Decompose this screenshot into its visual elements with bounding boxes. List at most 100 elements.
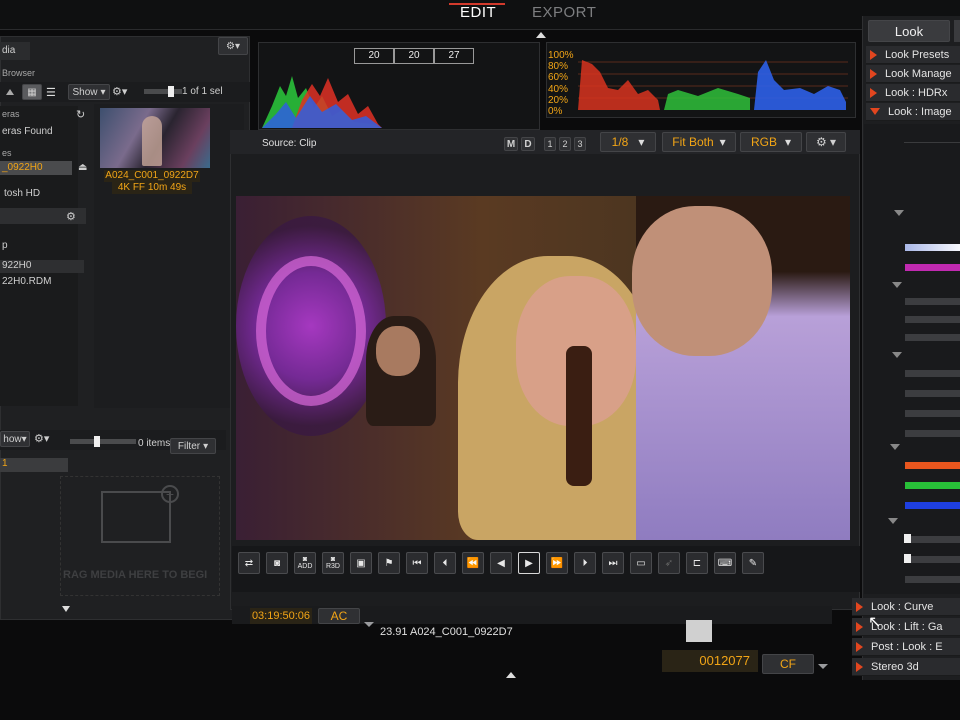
mark-icon[interactable]: ⚑ bbox=[378, 552, 400, 574]
clip-icon[interactable]: ▣ bbox=[350, 552, 372, 574]
look-presets-row[interactable]: Look Presets bbox=[866, 46, 960, 64]
show-dropdown[interactable]: Show ▾ bbox=[68, 84, 110, 100]
section-arrow-icon[interactable] bbox=[894, 210, 904, 216]
snapshot-icon[interactable]: ◙ bbox=[266, 552, 288, 574]
section-arrow-icon[interactable] bbox=[892, 282, 902, 288]
thumb-size-slider[interactable] bbox=[144, 89, 182, 94]
collapse-top-icon[interactable] bbox=[536, 32, 546, 38]
frame-counter[interactable]: 0012077 bbox=[662, 650, 758, 672]
look-presets-label: Look Presets bbox=[885, 48, 950, 61]
rocket-icon[interactable]: ➶ bbox=[658, 552, 680, 574]
add-snapshot-button[interactable]: ◙ ADD bbox=[294, 552, 316, 574]
slider-6[interactable] bbox=[905, 410, 960, 417]
m-button[interactable]: M bbox=[504, 137, 518, 151]
section-arrow-icon[interactable] bbox=[888, 518, 898, 524]
fit-dropdown[interactable]: Fit Both ▾ bbox=[662, 132, 736, 152]
browser-gear-icon[interactable]: ⚙▾ bbox=[112, 85, 127, 98]
timeline-playhead[interactable] bbox=[686, 620, 712, 642]
monitor-icon[interactable]: ▭ bbox=[630, 552, 652, 574]
d-button[interactable]: D bbox=[521, 137, 535, 151]
bin-gear-icon[interactable]: ⚙▾ bbox=[34, 432, 49, 445]
slider-9-handle[interactable] bbox=[904, 554, 911, 563]
stereo-3d-row[interactable]: Stereo 3d bbox=[852, 658, 960, 676]
section-arrow-icon[interactable] bbox=[892, 352, 902, 358]
up-arrow-icon[interactable] bbox=[6, 89, 14, 95]
go-to-start-icon[interactable]: ⏮ bbox=[406, 552, 428, 574]
viewer-settings-button[interactable]: ⚙ ▾ bbox=[806, 132, 846, 152]
chevron-down-icon: ▾ bbox=[21, 433, 27, 445]
selected-folder[interactable]: _0922H0 bbox=[0, 161, 72, 175]
slider-8-handle[interactable] bbox=[904, 534, 911, 543]
macintosh-drive[interactable]: tosh HD bbox=[4, 188, 40, 199]
tab-export[interactable]: EXPORT bbox=[532, 4, 596, 21]
resolution-value: 1/8 bbox=[611, 135, 629, 149]
folder-row[interactable]: 922H0 bbox=[0, 260, 84, 273]
look-image-row[interactable]: Look : Image bbox=[866, 103, 960, 121]
white-balance-slider[interactable] bbox=[905, 244, 960, 251]
slider-7[interactable] bbox=[905, 430, 960, 437]
list-view-icon[interactable]: ☰ bbox=[46, 86, 56, 99]
color-mode-dropdown[interactable]: RGB ▾ bbox=[740, 132, 802, 152]
next-frame-icon[interactable]: ⏵ bbox=[574, 552, 596, 574]
slider-2[interactable] bbox=[905, 316, 960, 323]
green-gain-slider[interactable] bbox=[905, 482, 960, 489]
drop-zone[interactable]: + RAG MEDIA HERE TO BEGI bbox=[60, 476, 220, 596]
prev-frame-icon[interactable]: ⏴ bbox=[434, 552, 456, 574]
fast-forward-icon[interactable]: ⏩ bbox=[546, 552, 568, 574]
go-to-end-icon[interactable]: ⏭ bbox=[602, 552, 624, 574]
tab-look[interactable]: Look bbox=[868, 20, 950, 42]
post-look-row[interactable]: Post : Look : E bbox=[852, 638, 960, 656]
clip-thumbnail[interactable] bbox=[100, 108, 210, 168]
rdm-file[interactable]: 22H0.RDM bbox=[2, 276, 51, 287]
projects-gear-icon[interactable]: ⚙ bbox=[66, 210, 76, 223]
blue-gain-slider[interactable] bbox=[905, 502, 960, 509]
slider-3[interactable] bbox=[905, 334, 960, 341]
beer-bottle bbox=[566, 346, 592, 486]
filter-button[interactable]: Filter ▾ bbox=[170, 438, 216, 454]
image-settings-list bbox=[864, 124, 960, 594]
bin-row[interactable]: 1 bbox=[0, 458, 68, 472]
play-reverse-icon[interactable]: ◀ bbox=[490, 552, 512, 574]
r3d-snapshot-button[interactable]: ◙ R3D bbox=[322, 552, 344, 574]
loop-icon[interactable]: ⊏ bbox=[686, 552, 708, 574]
video-frame[interactable] bbox=[236, 196, 850, 540]
expand-down-icon[interactable] bbox=[62, 606, 70, 612]
slider-9[interactable] bbox=[905, 556, 960, 563]
toggle-view-icon[interactable]: ⇄ bbox=[238, 552, 260, 574]
red-gain-slider[interactable] bbox=[905, 462, 960, 469]
eject-icon[interactable]: ⏏ bbox=[78, 162, 87, 173]
edit-tag-icon[interactable]: ✎ bbox=[742, 552, 764, 574]
page-2-button[interactable]: 2 bbox=[559, 137, 571, 151]
bin-show-dropdown[interactable]: how ▾ bbox=[0, 431, 30, 447]
slider-handle[interactable] bbox=[168, 86, 174, 97]
slider-10[interactable] bbox=[905, 576, 960, 583]
ac-dropdown-caret[interactable] bbox=[364, 622, 374, 627]
cf-button[interactable]: CF bbox=[762, 654, 814, 674]
slider-5[interactable] bbox=[905, 390, 960, 397]
refresh-icon[interactable]: ↻ bbox=[76, 108, 85, 121]
expand-up-icon[interactable] bbox=[506, 672, 516, 678]
ac-button[interactable]: AC bbox=[318, 608, 360, 624]
tint-slider[interactable] bbox=[905, 264, 960, 271]
resolution-dropdown[interactable]: 1/8 ▾ bbox=[600, 132, 656, 152]
bin-slider[interactable] bbox=[70, 439, 136, 444]
look-manage-row[interactable]: Look Manage bbox=[866, 65, 960, 83]
tab-edit[interactable]: EDIT bbox=[460, 4, 496, 21]
bin-slider-handle[interactable] bbox=[94, 436, 100, 447]
section-arrow-icon[interactable] bbox=[890, 444, 900, 450]
slider-8[interactable] bbox=[905, 536, 960, 543]
cf-dropdown-caret[interactable] bbox=[818, 664, 828, 669]
slider-4[interactable] bbox=[905, 370, 960, 377]
slider-1[interactable] bbox=[905, 298, 960, 305]
media-settings-button[interactable]: ⚙▾ bbox=[218, 37, 248, 55]
page-1-button[interactable]: 1 bbox=[544, 137, 556, 151]
keyboard-icon[interactable]: ⌨ bbox=[714, 552, 736, 574]
tab-next[interactable] bbox=[954, 20, 960, 42]
look-hdrx-row[interactable]: Look : HDRx bbox=[866, 84, 960, 102]
play-icon[interactable]: ▶ bbox=[518, 552, 540, 574]
timecode-display[interactable]: 03:19:50:06 bbox=[250, 608, 312, 624]
grid-view-button[interactable]: ▦ bbox=[22, 84, 42, 100]
page-3-button[interactable]: 3 bbox=[574, 137, 586, 151]
expand-arrow-icon bbox=[870, 87, 877, 98]
rewind-icon[interactable]: ⏪ bbox=[462, 552, 484, 574]
